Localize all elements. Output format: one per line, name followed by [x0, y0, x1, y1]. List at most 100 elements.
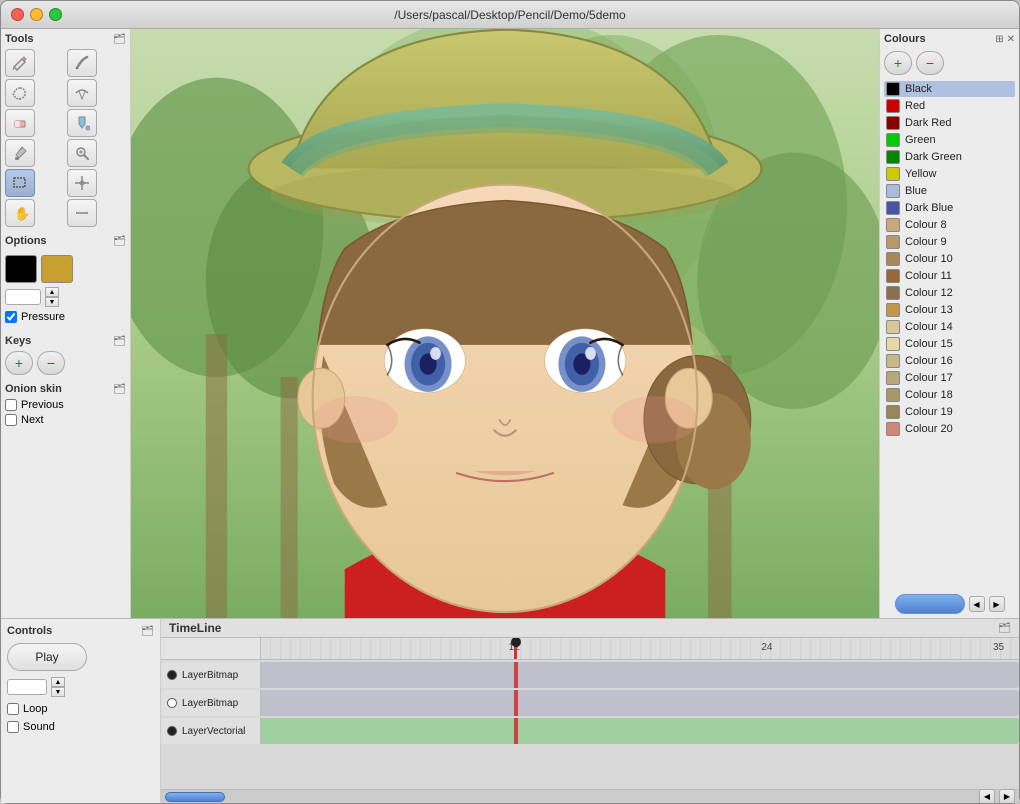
- colour-name-20: Colour 20: [905, 423, 953, 435]
- colour-item-11[interactable]: Colour 11: [884, 268, 1015, 284]
- previous-checkbox[interactable]: [5, 399, 17, 411]
- minimize-button[interactable]: [30, 8, 43, 21]
- colour-item-19[interactable]: Colour 19: [884, 404, 1015, 420]
- colour-item-6[interactable]: Blue: [884, 183, 1015, 199]
- colour-add-button[interactable]: +: [884, 51, 912, 75]
- track-2-content[interactable]: [261, 690, 1019, 716]
- tool-eyedropper[interactable]: [5, 139, 35, 167]
- colour-nav-scroll[interactable]: [895, 594, 965, 614]
- options-header: Options 🗂: [5, 235, 126, 247]
- background-color-swatch[interactable]: [41, 255, 73, 283]
- colour-name-17: Colour 17: [905, 372, 953, 384]
- tool-shape[interactable]: [67, 79, 97, 107]
- keys-remove-button[interactable]: −: [37, 351, 65, 375]
- brush-size-down[interactable]: ▼: [45, 297, 59, 307]
- colour-dot-9: [886, 235, 900, 249]
- colours-close-icon[interactable]: ✕: [1007, 34, 1015, 45]
- colours-detach-icon[interactable]: ⊞: [995, 34, 1003, 45]
- colour-dot-14: [886, 320, 900, 334]
- tool-pencil[interactable]: [5, 49, 35, 77]
- keys-add-button[interactable]: +: [5, 351, 33, 375]
- colour-item-5[interactable]: Yellow: [884, 166, 1015, 182]
- sound-row: Sound: [7, 721, 154, 733]
- keys-buttons: + −: [5, 351, 126, 375]
- colour-item-9[interactable]: Colour 9: [884, 234, 1015, 250]
- colour-item-12[interactable]: Colour 12: [884, 285, 1015, 301]
- brush-size-control: 2.0 ▲ ▼: [5, 287, 126, 307]
- track-2-label[interactable]: LayerBitmap: [161, 690, 261, 716]
- colour-item-1[interactable]: Red: [884, 98, 1015, 114]
- onion-skin-pin-icon[interactable]: 🗂: [113, 384, 126, 395]
- frame-input[interactable]: 12: [7, 679, 47, 695]
- colour-dot-11: [886, 269, 900, 283]
- close-button[interactable]: [11, 8, 24, 21]
- brush-size-up[interactable]: ▲: [45, 287, 59, 297]
- play-button[interactable]: Play: [7, 643, 87, 671]
- colour-item-14[interactable]: Colour 14: [884, 319, 1015, 335]
- tool-pan[interactable]: ✋: [5, 199, 35, 227]
- colour-item-20[interactable]: Colour 20: [884, 421, 1015, 437]
- colour-item-13[interactable]: Colour 13: [884, 302, 1015, 318]
- tool-brush[interactable]: [67, 49, 97, 77]
- timeline-scroll-left[interactable]: ◀: [979, 789, 995, 804]
- window-buttons: [11, 8, 62, 21]
- timeline-header: TimeLine 🗂: [161, 619, 1019, 638]
- controls-pin-icon[interactable]: 🗂: [141, 626, 154, 637]
- track-1-content[interactable]: [261, 662, 1019, 688]
- colour-item-16[interactable]: Colour 16: [884, 353, 1015, 369]
- frame-up[interactable]: ▲: [51, 677, 65, 687]
- maximize-button[interactable]: [49, 8, 62, 21]
- tool-lasso[interactable]: [5, 79, 35, 107]
- foreground-color-swatch[interactable]: [5, 255, 37, 283]
- timeline-pin-icon[interactable]: 🗂: [998, 623, 1011, 634]
- track-3-content[interactable]: [261, 718, 1019, 744]
- tools-label: Tools: [5, 33, 34, 45]
- next-checkbox[interactable]: [5, 414, 17, 426]
- canvas-area[interactable]: [131, 29, 879, 618]
- colour-name-15: Colour 15: [905, 338, 953, 350]
- frame-down[interactable]: ▼: [51, 687, 65, 697]
- track-3-keyframe: [514, 718, 518, 744]
- previous-row: Previous: [5, 399, 126, 411]
- colour-item-18[interactable]: Colour 18: [884, 387, 1015, 403]
- colour-item-17[interactable]: Colour 17: [884, 370, 1015, 386]
- tools-section: Tools 🗂: [5, 33, 126, 227]
- colour-item-2[interactable]: Dark Red: [884, 115, 1015, 131]
- colour-item-8[interactable]: Colour 8: [884, 217, 1015, 233]
- colour-nav-left[interactable]: ◀: [969, 596, 985, 612]
- tool-move[interactable]: [67, 199, 97, 227]
- track-3-label[interactable]: LayerVectorial: [161, 718, 261, 744]
- brush-size-input[interactable]: 2.0: [5, 289, 41, 305]
- track-1-label[interactable]: LayerBitmap: [161, 662, 261, 688]
- tools-pin-icon[interactable]: 🗂: [113, 34, 126, 45]
- onion-skin-label: Onion skin: [5, 383, 62, 395]
- svg-text:✋: ✋: [14, 206, 28, 221]
- tool-crosshair[interactable]: [67, 169, 97, 197]
- playhead: [514, 638, 517, 659]
- tools-header: Tools 🗂: [5, 33, 126, 45]
- colours-panel: Colours ⊞ ✕ + − BlackRedDark RedGreenDar…: [879, 29, 1019, 618]
- colour-item-7[interactable]: Dark Blue: [884, 200, 1015, 216]
- colour-dot-13: [886, 303, 900, 317]
- colour-nav-right[interactable]: ▶: [989, 596, 1005, 612]
- colour-item-10[interactable]: Colour 10: [884, 251, 1015, 267]
- colour-item-0[interactable]: Black: [884, 81, 1015, 97]
- timeline-scroll-thumb[interactable]: [165, 792, 225, 802]
- loop-checkbox[interactable]: [7, 703, 19, 715]
- keys-pin-icon[interactable]: 🗂: [113, 336, 126, 347]
- options-pin-icon[interactable]: 🗂: [113, 236, 126, 247]
- colour-item-15[interactable]: Colour 15: [884, 336, 1015, 352]
- tool-rect-select[interactable]: [5, 169, 35, 197]
- frame-arrows: ▲ ▼: [51, 677, 65, 697]
- timeline-scroll-right[interactable]: ▶: [999, 789, 1015, 804]
- colour-item-3[interactable]: Green: [884, 132, 1015, 148]
- pressure-checkbox[interactable]: [5, 311, 17, 323]
- colour-remove-button[interactable]: −: [916, 51, 944, 75]
- colour-item-4[interactable]: Dark Green: [884, 149, 1015, 165]
- left-panel: Tools 🗂: [1, 29, 131, 618]
- sound-checkbox[interactable]: [7, 721, 19, 733]
- track-3-name: LayerVectorial: [182, 726, 245, 737]
- tool-zoom[interactable]: [67, 139, 97, 167]
- tool-eraser[interactable]: [5, 109, 35, 137]
- tool-paint-bucket[interactable]: [67, 109, 97, 137]
